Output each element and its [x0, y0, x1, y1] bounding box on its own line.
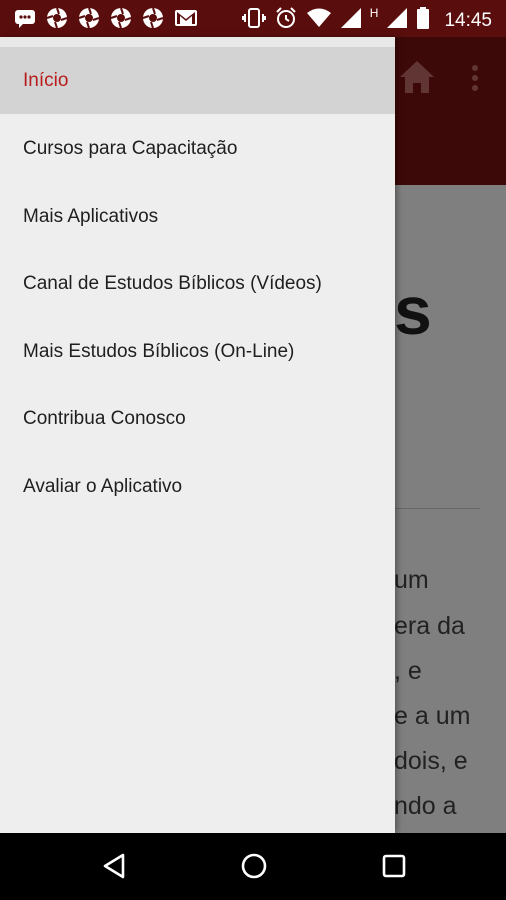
alarm-icon	[274, 6, 298, 35]
gmail-icon	[174, 7, 197, 29]
aperture-icon	[46, 7, 68, 29]
signal-icon	[386, 7, 408, 34]
drawer-item-label: Início	[23, 69, 69, 91]
drawer-item-contribua[interactable]: Contribua Conosco	[0, 385, 395, 452]
drawer-item-label: Mais Aplicativos	[23, 205, 159, 227]
home-icon[interactable]	[239, 851, 269, 881]
aperture-icon	[110, 7, 132, 29]
vibrate-icon	[241, 7, 266, 34]
drawer-top-strip	[0, 37, 395, 47]
drawer-item-label: Contribua Conosco	[23, 407, 186, 429]
network-type-label: H	[369, 5, 379, 20]
drawer-item-label: Avaliar o Aplicativo	[23, 475, 183, 497]
wifi-icon	[306, 7, 332, 34]
recents-icon[interactable]	[379, 851, 409, 881]
navigation-drawer: Início Cursos para Capacitação Mais Apli…	[0, 37, 395, 833]
back-icon[interactable]	[99, 851, 129, 881]
status-time: 14:45	[444, 9, 492, 31]
drawer-item-label: Mais Estudos Bíblicos (On-Line)	[23, 340, 295, 362]
drawer-item-mais-aplicativos[interactable]: Mais Aplicativos	[0, 183, 395, 250]
status-bar: H 14:45	[0, 0, 506, 37]
aperture-icon	[142, 7, 164, 29]
message-icon	[14, 7, 36, 29]
signal-icon	[340, 7, 362, 34]
battery-icon	[416, 6, 430, 35]
drawer-item-cursos[interactable]: Cursos para Capacitação	[0, 115, 395, 182]
drawer-item-canal-videos[interactable]: Canal de Estudos Bíblicos (Vídeos)	[0, 250, 395, 317]
drawer-item-avaliar[interactable]: Avaliar o Aplicativo	[0, 453, 395, 520]
aperture-icon	[78, 7, 100, 29]
drawer-item-label: Cursos para Capacitação	[23, 137, 238, 159]
drawer-item-label: Canal de Estudos Bíblicos (Vídeos)	[23, 272, 322, 294]
system-navigation-bar	[0, 833, 506, 900]
drawer-item-estudos-online[interactable]: Mais Estudos Bíblicos (On-Line)	[0, 318, 395, 385]
drawer-item-inicio[interactable]: Início	[0, 47, 395, 114]
